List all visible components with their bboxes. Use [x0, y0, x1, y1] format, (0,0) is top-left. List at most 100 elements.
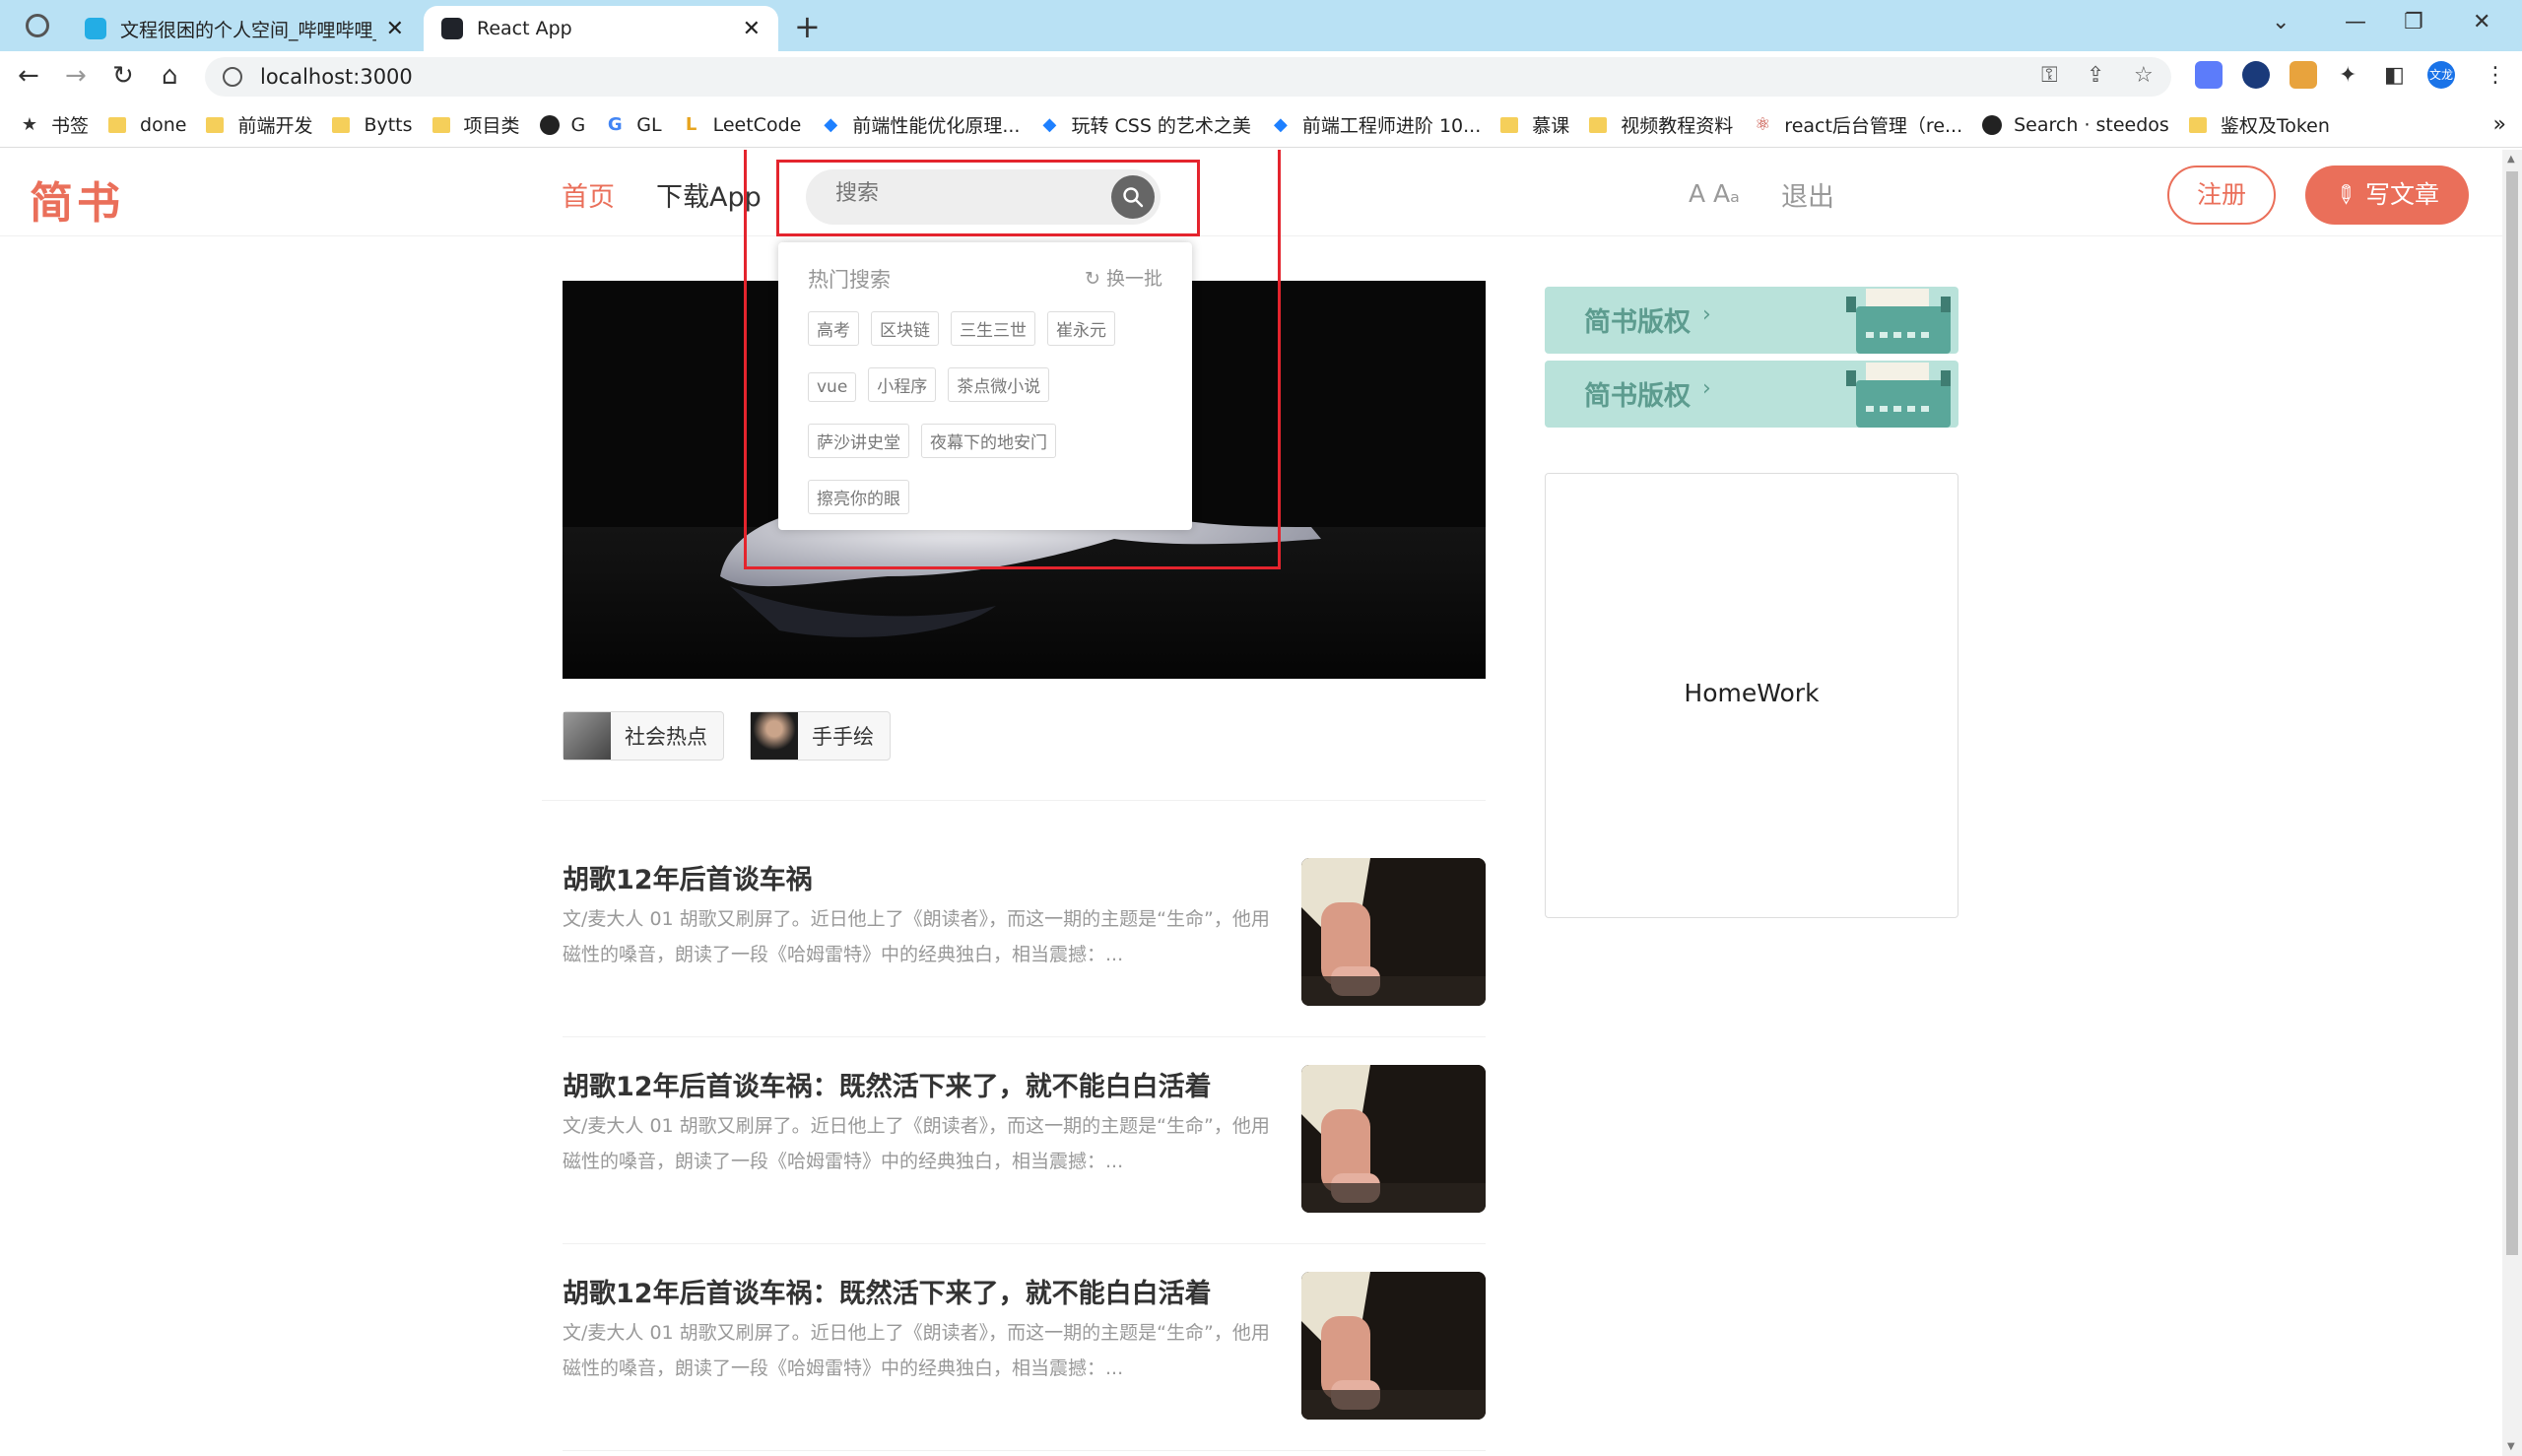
- bookmarks-more-icon[interactable]: »: [2493, 112, 2506, 137]
- bookmark-label: 书签: [51, 115, 90, 137]
- folder-icon: [431, 116, 450, 133]
- write-article-button[interactable]: ✎写文章: [2305, 165, 2469, 225]
- globe-icon[interactable]: [26, 14, 49, 37]
- bookmark-label: 慕课: [1532, 115, 1570, 137]
- side-panel-icon[interactable]: ◧: [2384, 63, 2405, 88]
- article-title[interactable]: 胡歌12年后首谈车祸: [563, 858, 813, 896]
- article-item[interactable]: 胡歌12年后首谈车祸 文/麦大人 01 胡歌又刷屏了。近日他上了《朗读者》，而这…: [563, 830, 1486, 1037]
- site-logo[interactable]: 简书: [30, 167, 124, 231]
- back-arrow-icon[interactable]: ←: [18, 61, 39, 91]
- logout-link[interactable]: 退出: [1781, 175, 1834, 214]
- bookmark-label: 前端开发: [237, 115, 313, 137]
- bookmark-item[interactable]: Bytts: [332, 113, 413, 136]
- topic-label: 手手绘: [812, 725, 874, 749]
- bookmark-item[interactable]: ⚛ react后台管理（re...: [1753, 111, 1962, 138]
- bookmark-item[interactable]: ◆ 前端工程师进阶 10...: [1271, 111, 1481, 138]
- extensions-puzzle-icon[interactable]: ✦: [2339, 63, 2356, 88]
- info-icon[interactable]: [223, 67, 242, 87]
- sidebar-banner-label: 简书版权: [1584, 381, 1691, 412]
- minimize-button[interactable]: —: [2345, 10, 2366, 34]
- article-thumbnail[interactable]: [1301, 858, 1486, 1006]
- feet-photo-image: [1301, 1065, 1486, 1213]
- react-icon: ⚛: [1755, 113, 1771, 135]
- bookmark-item[interactable]: done: [108, 114, 186, 136]
- chevron-right-icon: ›: [1702, 376, 1711, 401]
- translate-extension-icon[interactable]: [2195, 61, 2223, 89]
- menu-dots-icon[interactable]: ⋮: [2485, 63, 2506, 88]
- tab-react-app[interactable]: React App ✕: [424, 6, 778, 51]
- key-icon[interactable]: ⚿: [2041, 63, 2058, 88]
- sidebar-banner[interactable]: 简书版权 ›: [1545, 287, 1958, 354]
- bookmark-item[interactable]: ◆ 玩转 CSS 的艺术之美: [1039, 111, 1251, 138]
- close-icon[interactable]: ✕: [386, 17, 404, 41]
- bookmark-label: Search · steedos: [2014, 113, 2169, 136]
- tab-search-icon[interactable]: ⌄: [2272, 10, 2290, 34]
- topic-item[interactable]: 手手绘: [750, 711, 891, 761]
- bookmark-item[interactable]: G GL: [605, 114, 662, 136]
- bookmark-label: 前端工程师进阶 10...: [1301, 115, 1482, 137]
- react-icon: [441, 18, 463, 39]
- color-extension-icon[interactable]: [2290, 61, 2317, 89]
- close-icon[interactable]: ✕: [743, 17, 761, 41]
- tab-title: 文程很困的个人空间_哔哩哔哩_b: [120, 19, 376, 41]
- profile-avatar[interactable]: 文龙: [2427, 61, 2455, 89]
- scroll-down-arrow-icon[interactable]: ▼: [2507, 1441, 2515, 1452]
- register-button[interactable]: 注册: [2167, 165, 2276, 225]
- article-title[interactable]: 胡歌12年后首谈车祸：既然活下来了，就不能白白活着: [563, 1272, 1212, 1310]
- article-item[interactable]: 胡歌12年后首谈车祸：既然活下来了，就不能白白活着 文/麦大人 01 胡歌又刷屏…: [563, 1244, 1486, 1451]
- page-scrollbar[interactable]: ▲ ▼: [2502, 150, 2522, 1456]
- bilibili-icon: [85, 18, 106, 39]
- section-divider: [542, 800, 1486, 801]
- homework-card[interactable]: HomeWork: [1545, 473, 1958, 918]
- tab-bilibili[interactable]: 文程很困的个人空间_哔哩哔哩_b ✕: [67, 6, 422, 51]
- folder-icon: [1500, 116, 1519, 133]
- article-abstract: 文/麦大人 01 胡歌又刷屏了。近日他上了《朗读者》，而这一期的主题是“生命”，…: [563, 908, 1270, 965]
- restore-button[interactable]: ❐: [2404, 10, 2423, 34]
- reload-icon[interactable]: ↻: [112, 61, 134, 91]
- github-icon: [1982, 114, 2003, 135]
- bookmark-item[interactable]: L LeetCode: [682, 114, 801, 136]
- address-bar[interactable]: localhost:3000: [205, 57, 2171, 97]
- typewriter-icon: [1846, 363, 1951, 428]
- scrollbar-thumb[interactable]: [2506, 171, 2518, 1255]
- bookmark-item[interactable]: 项目类: [431, 111, 520, 138]
- bookmark-item[interactable]: 鉴权及Token: [2188, 111, 2330, 138]
- forward-arrow-icon[interactable]: →: [65, 61, 87, 91]
- article-thumbnail[interactable]: [1301, 1065, 1486, 1213]
- juejin-icon: ◆: [1042, 113, 1057, 135]
- topic-item[interactable]: 社会热点: [563, 711, 724, 761]
- window-close-button[interactable]: ✕: [2473, 10, 2490, 34]
- article-abstract: 文/麦大人 01 胡歌又刷屏了。近日他上了《朗读者》，而这一期的主题是“生命”，…: [563, 1322, 1270, 1379]
- bookmark-item[interactable]: 前端开发: [206, 111, 312, 138]
- browser-tab-bar: 文程很困的个人空间_哔哩哔哩_b ✕ React App ✕ + ⌄ — ❐ ✕: [0, 0, 2522, 51]
- annotation-box-dropdown: [744, 150, 1281, 569]
- bookmark-item[interactable]: 慕课: [1500, 111, 1569, 138]
- bookmark-item[interactable]: ★ 书签: [20, 111, 89, 138]
- font-size-toggle[interactable]: A Aₐ: [1689, 179, 1740, 208]
- article-item[interactable]: 胡歌12年后首谈车祸：既然活下来了，就不能白白活着 文/麦大人 01 胡歌又刷屏…: [563, 1037, 1486, 1244]
- bookmark-item[interactable]: 视频教程资料: [1589, 111, 1733, 138]
- sidebar-banner-label: 简书版权: [1584, 307, 1691, 338]
- tab-title: React App: [477, 18, 572, 39]
- write-label: 写文章: [2364, 180, 2439, 209]
- bookmark-item[interactable]: G: [539, 113, 586, 136]
- article-thumbnail[interactable]: [1301, 1272, 1486, 1420]
- bookmark-item[interactable]: ◆ 前端性能优化原理...: [821, 111, 1020, 138]
- folder-icon: [2188, 116, 2207, 133]
- folder-icon: [108, 116, 127, 133]
- bookmark-label: G: [570, 113, 586, 136]
- share-icon[interactable]: ⇪: [2087, 63, 2104, 88]
- bookmark-label: Bytts: [364, 113, 413, 136]
- home-icon[interactable]: ⌂: [162, 61, 178, 91]
- bookmark-label: react后台管理（re...: [1784, 115, 1963, 137]
- bookmark-label: done: [140, 113, 187, 136]
- nav-home-link[interactable]: 首页: [562, 175, 615, 214]
- bookmark-item[interactable]: Search · steedos: [1982, 114, 2169, 136]
- new-tab-button[interactable]: +: [794, 8, 821, 45]
- sidebar-banner[interactable]: 简书版权 ›: [1545, 361, 1958, 428]
- article-title[interactable]: 胡歌12年后首谈车祸：既然活下来了，就不能白白活着: [563, 1065, 1212, 1103]
- scroll-up-arrow-icon[interactable]: ▲: [2507, 154, 2515, 165]
- bookmarks-bar: ★ 书签 done 前端开发 Bytts 项目类 G G GL L LeetCode ◆ 前端性能优化原…: [0, 102, 2522, 148]
- check-extension-icon[interactable]: [2242, 61, 2270, 89]
- bookmark-star-icon[interactable]: ☆: [2134, 63, 2154, 88]
